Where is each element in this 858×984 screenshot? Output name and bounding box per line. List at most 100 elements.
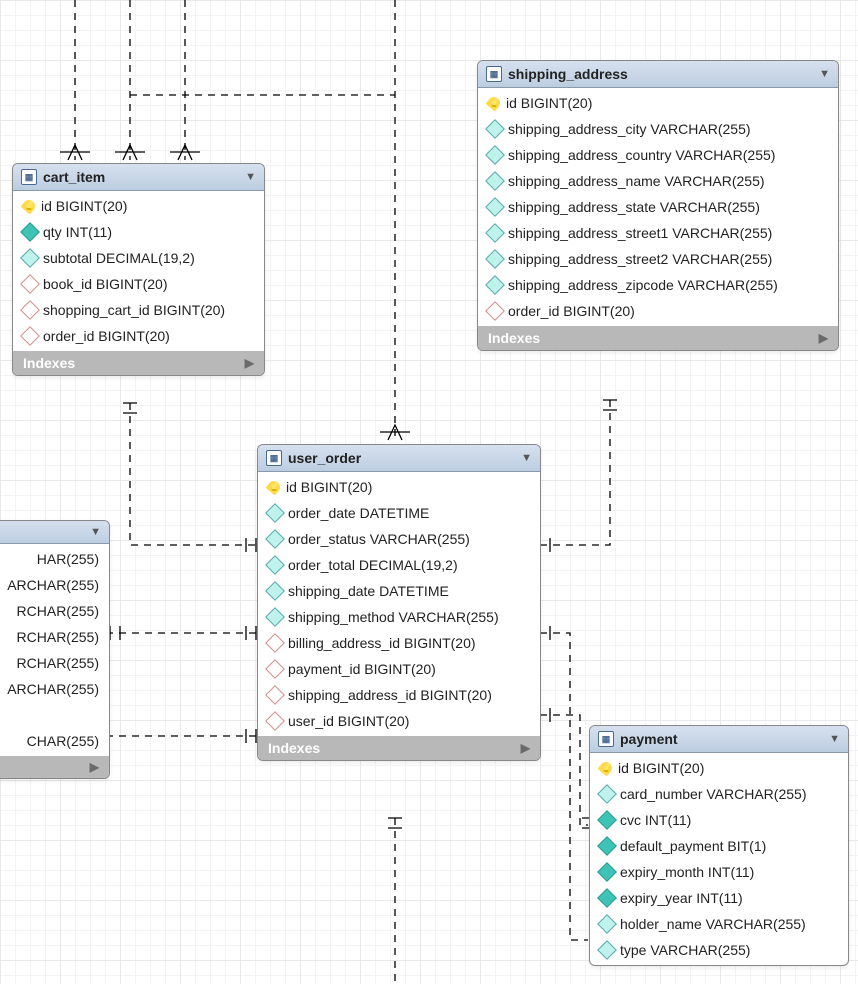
column-row[interactable]: subtotal DECIMAL(19,2) bbox=[13, 245, 264, 271]
entity-cart-item[interactable]: ▦ cart_item ▼ id BIGINT(20) qty INT(11)su… bbox=[12, 163, 265, 376]
fk-diamond-icon bbox=[265, 685, 285, 705]
entity-header[interactable]: ▦ shipping_address ▼ bbox=[478, 61, 838, 88]
column-row[interactable]: shipping_address_id BIGINT(20) bbox=[258, 682, 540, 708]
diamond-icon bbox=[485, 171, 505, 191]
column-text: id BIGINT(20) bbox=[506, 95, 592, 111]
column-text: order_date DATETIME bbox=[288, 505, 429, 521]
column-text: shipping_address_id BIGINT(20) bbox=[288, 687, 492, 703]
indexes-section[interactable]: ▶ bbox=[0, 756, 109, 778]
diamond-icon bbox=[20, 222, 40, 242]
column-row[interactable]: order_total DECIMAL(19,2) bbox=[258, 552, 540, 578]
column-row[interactable]: shipping_date DATETIME bbox=[258, 578, 540, 604]
column-row[interactable]: order_status VARCHAR(255) bbox=[258, 526, 540, 552]
column-row[interactable]: shipping_method VARCHAR(255) bbox=[258, 604, 540, 630]
column-row[interactable]: RCHAR(255) bbox=[0, 598, 109, 624]
column-text: type VARCHAR(255) bbox=[620, 942, 750, 958]
chevron-down-icon[interactable]: ▼ bbox=[521, 452, 532, 464]
column-row[interactable]: shipping_address_street2 VARCHAR(255) bbox=[478, 246, 838, 272]
column-row[interactable]: ARCHAR(255) bbox=[0, 572, 109, 598]
entity-payment[interactable]: ▦ payment ▼ id BIGINT(20) card_number VAR… bbox=[589, 725, 849, 966]
key-icon bbox=[598, 760, 615, 777]
column-row[interactable]: qty INT(11) bbox=[13, 219, 264, 245]
column-row[interactable]: HAR(255) bbox=[0, 546, 109, 572]
entity-header[interactable]: ▦ user_order ▼ bbox=[258, 445, 540, 472]
column-row[interactable]: ARCHAR(255) bbox=[0, 676, 109, 702]
diamond-icon bbox=[20, 248, 40, 268]
key-icon bbox=[21, 198, 38, 215]
column-row[interactable]: shipping_address_zipcode VARCHAR(255) bbox=[478, 272, 838, 298]
entity-title: payment bbox=[620, 731, 823, 747]
column-row[interactable]: shipping_address_state VARCHAR(255) bbox=[478, 194, 838, 220]
indexes-section[interactable]: Indexes ▶ bbox=[13, 351, 264, 375]
diamond-icon bbox=[265, 503, 285, 523]
chevron-down-icon[interactable]: ▼ bbox=[90, 526, 101, 538]
fk-diamond-icon bbox=[20, 326, 40, 346]
column-text: RCHAR(255) bbox=[17, 629, 99, 645]
column-text: ARCHAR(255) bbox=[7, 681, 99, 697]
entity-title: shipping_address bbox=[508, 66, 813, 82]
column-text: shipping_address_city VARCHAR(255) bbox=[508, 121, 751, 137]
table-icon: ▦ bbox=[21, 169, 37, 185]
column-row[interactable]: card_number VARCHAR(255) bbox=[590, 781, 848, 807]
column-row[interactable]: expiry_year INT(11) bbox=[590, 885, 848, 911]
diamond-icon bbox=[597, 888, 617, 908]
column-row[interactable]: default_payment BIT(1) bbox=[590, 833, 848, 859]
column-row[interactable]: id BIGINT(20) bbox=[258, 474, 540, 500]
column-row[interactable]: id BIGINT(20) bbox=[13, 193, 264, 219]
diamond-icon bbox=[485, 197, 505, 217]
column-row[interactable]: shipping_address_city VARCHAR(255) bbox=[478, 116, 838, 142]
column-row[interactable]: RCHAR(255) bbox=[0, 650, 109, 676]
chevron-down-icon[interactable]: ▼ bbox=[245, 171, 256, 183]
chevron-right-icon: ▶ bbox=[90, 760, 99, 774]
column-text: holder_name VARCHAR(255) bbox=[620, 916, 806, 932]
column-row[interactable]: shipping_address_street1 VARCHAR(255) bbox=[478, 220, 838, 246]
column-row[interactable]: shipping_address_country VARCHAR(255) bbox=[478, 142, 838, 168]
entity-shipping-address[interactable]: ▦ shipping_address ▼ id BIGINT(20) shippi… bbox=[477, 60, 839, 351]
column-row[interactable] bbox=[0, 702, 109, 728]
column-text: billing_address_id BIGINT(20) bbox=[288, 635, 476, 651]
column-text: expiry_year INT(11) bbox=[620, 890, 743, 906]
column-row[interactable]: type VARCHAR(255) bbox=[590, 937, 848, 963]
column-list: id BIGINT(20) qty INT(11)subtotal DECIMAL… bbox=[13, 191, 264, 351]
entity-header[interactable]: ▦ cart_item ▼ bbox=[13, 164, 264, 191]
column-row[interactable]: user_id BIGINT(20) bbox=[258, 708, 540, 734]
column-text: shipping_address_name VARCHAR(255) bbox=[508, 173, 765, 189]
chevron-right-icon: ▶ bbox=[521, 741, 530, 755]
diamond-icon bbox=[265, 581, 285, 601]
column-row[interactable]: CHAR(255) bbox=[0, 728, 109, 754]
column-row[interactable]: id BIGINT(20) bbox=[590, 755, 848, 781]
column-row[interactable]: RCHAR(255) bbox=[0, 624, 109, 650]
entity-title: cart_item bbox=[43, 169, 239, 185]
fk-diamond-icon bbox=[485, 301, 505, 321]
indexes-section[interactable]: Indexes ▶ bbox=[478, 326, 838, 350]
chevron-down-icon[interactable]: ▼ bbox=[819, 68, 830, 80]
entity-header[interactable]: ▼ bbox=[0, 521, 109, 544]
column-row[interactable]: order_id BIGINT(20) bbox=[478, 298, 838, 324]
column-text: RCHAR(255) bbox=[17, 603, 99, 619]
column-row[interactable]: order_date DATETIME bbox=[258, 500, 540, 526]
column-row[interactable]: shopping_cart_id BIGINT(20) bbox=[13, 297, 264, 323]
column-row[interactable]: cvc INT(11) bbox=[590, 807, 848, 833]
column-text: order_id BIGINT(20) bbox=[43, 328, 170, 344]
column-list: HAR(255) ARCHAR(255) RCHAR(255) RCHAR(255) R… bbox=[0, 544, 109, 756]
column-row[interactable]: expiry_month INT(11) bbox=[590, 859, 848, 885]
column-row[interactable]: payment_id BIGINT(20) bbox=[258, 656, 540, 682]
column-text: cvc INT(11) bbox=[620, 812, 691, 828]
column-row[interactable]: shipping_address_name VARCHAR(255) bbox=[478, 168, 838, 194]
column-text: id BIGINT(20) bbox=[618, 760, 704, 776]
column-text: ARCHAR(255) bbox=[7, 577, 99, 593]
entity-partial-left[interactable]: ▼ HAR(255) ARCHAR(255) RCHAR(255) RCHAR(255… bbox=[0, 520, 110, 779]
entity-header[interactable]: ▦ payment ▼ bbox=[590, 726, 848, 753]
column-row[interactable]: order_id BIGINT(20) bbox=[13, 323, 264, 349]
column-text: id BIGINT(20) bbox=[41, 198, 127, 214]
column-row[interactable]: id BIGINT(20) bbox=[478, 90, 838, 116]
entity-user-order[interactable]: ▦ user_order ▼ id BIGINT(20) order_date D… bbox=[257, 444, 541, 761]
indexes-section[interactable]: Indexes ▶ bbox=[258, 736, 540, 760]
key-icon bbox=[266, 479, 283, 496]
column-row[interactable]: billing_address_id BIGINT(20) bbox=[258, 630, 540, 656]
column-row[interactable]: book_id BIGINT(20) bbox=[13, 271, 264, 297]
indexes-label: Indexes bbox=[268, 740, 320, 756]
chevron-down-icon[interactable]: ▼ bbox=[829, 733, 840, 745]
diamond-icon bbox=[597, 784, 617, 804]
column-row[interactable]: holder_name VARCHAR(255) bbox=[590, 911, 848, 937]
